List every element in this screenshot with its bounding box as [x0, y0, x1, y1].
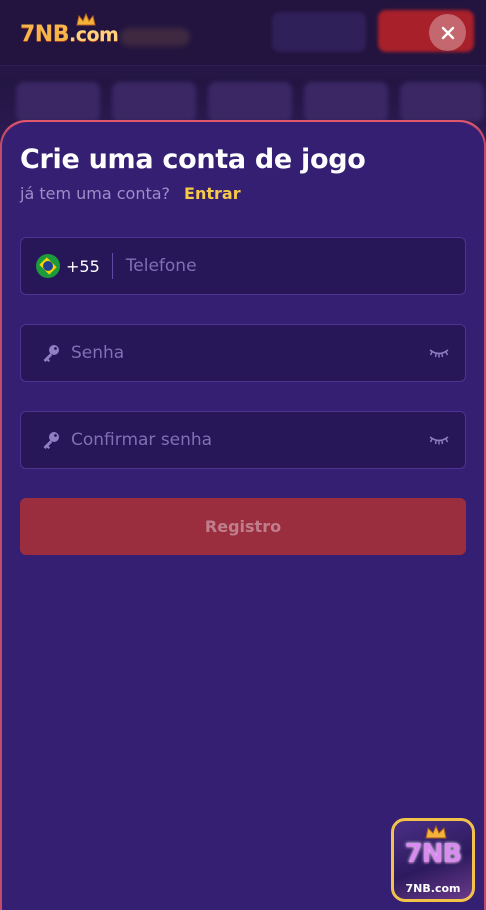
- close-icon: [441, 26, 454, 39]
- background-tile: [112, 82, 196, 122]
- site-logo: 7NB.com: [20, 22, 119, 47]
- crown-icon: [76, 13, 96, 26]
- background-tile: [208, 82, 292, 122]
- close-button[interactable]: [429, 14, 466, 51]
- app-download-badge[interactable]: 7NB 7NB.com: [391, 818, 475, 902]
- eye-closed-icon[interactable]: [429, 432, 449, 452]
- background-tile: [400, 82, 484, 122]
- eye-closed-icon[interactable]: [429, 345, 449, 365]
- background-tile: [16, 82, 100, 122]
- phone-field[interactable]: +55 Telefone: [20, 237, 466, 295]
- site-logo-suffix: .com: [69, 24, 119, 46]
- modal-title: Crie uma conta de jogo: [20, 144, 366, 175]
- password-placeholder: Senha: [71, 343, 125, 363]
- background-page: 7NB.com: [0, 0, 486, 140]
- register-modal: Crie uma conta de jogo já tem uma conta?…: [0, 120, 486, 910]
- crown-icon: [425, 825, 447, 839]
- field-divider: [111, 253, 113, 279]
- country-code[interactable]: +55: [66, 257, 100, 276]
- phone-placeholder: Telefone: [125, 256, 197, 276]
- confirm-password-placeholder: Confirmar senha: [71, 430, 213, 450]
- confirm-password-field[interactable]: Confirmar senha: [20, 411, 466, 469]
- background-banner: [120, 28, 190, 46]
- have-account-text: já tem uma conta?: [20, 184, 171, 203]
- site-logo-text: 7NB: [20, 22, 70, 47]
- background-login-button: [272, 12, 366, 52]
- login-prompt: já tem uma conta? Entrar: [20, 184, 241, 203]
- login-link[interactable]: Entrar: [184, 184, 241, 203]
- password-field[interactable]: Senha: [20, 324, 466, 382]
- brazil-flag-icon: [36, 254, 60, 278]
- badge-label: 7NB.com: [405, 882, 461, 895]
- badge-logo: 7NB: [404, 839, 463, 869]
- background-tile: [304, 82, 388, 122]
- key-icon: [41, 430, 61, 450]
- key-icon: [41, 343, 61, 363]
- register-button[interactable]: Registro: [20, 498, 466, 555]
